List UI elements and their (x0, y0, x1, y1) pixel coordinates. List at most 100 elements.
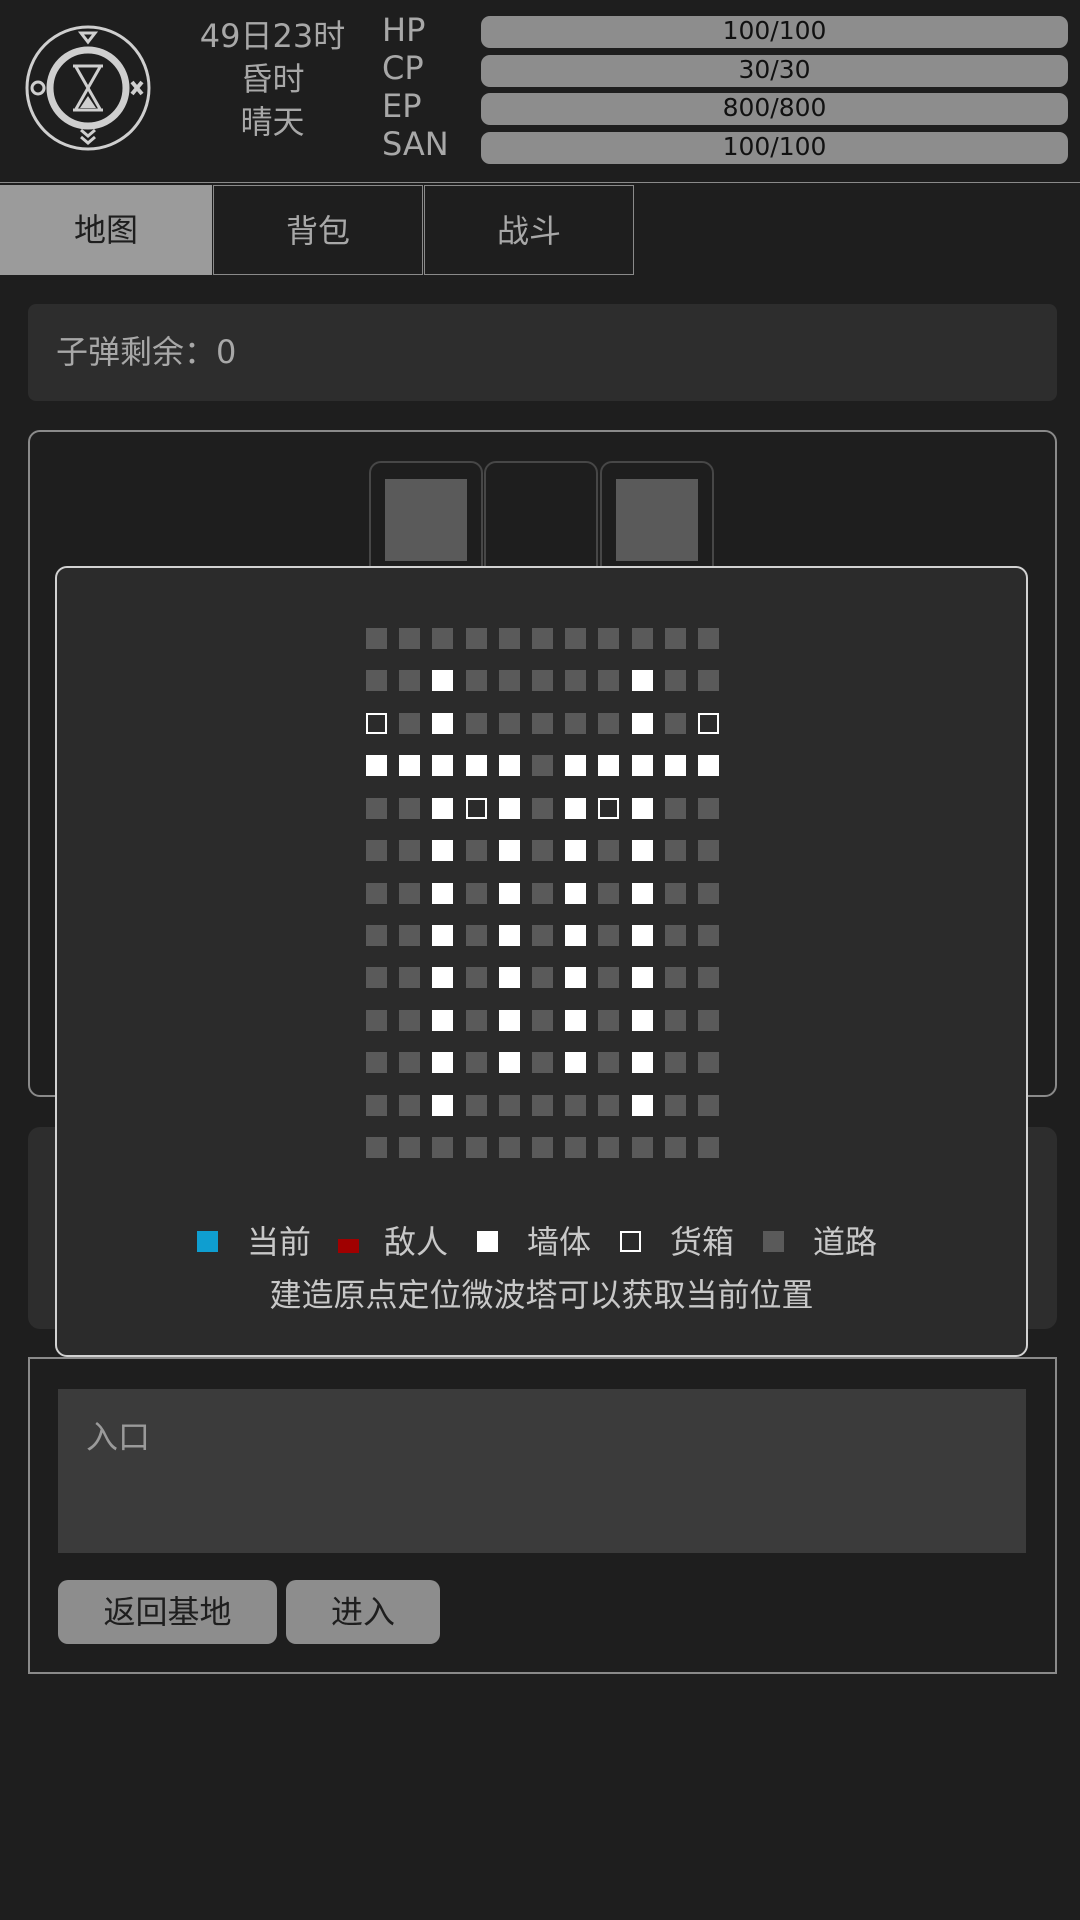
map-cell-wall (432, 1010, 453, 1031)
map-cell-road (665, 1010, 686, 1031)
map-cell-road (366, 628, 387, 649)
map-cell-wall (499, 840, 520, 861)
game-day-time: 49日23时 (199, 17, 346, 55)
map-cell-road (466, 1052, 487, 1073)
map-cell-wall (632, 925, 653, 946)
map-cell-road (565, 1095, 586, 1116)
map-cell-road (366, 883, 387, 904)
map-cell-road (466, 670, 487, 691)
map-cell-road (366, 967, 387, 988)
legend-wall-label: 墙体 (527, 1223, 592, 1261)
map-cell-road (698, 840, 719, 861)
map-cell-road (598, 1095, 619, 1116)
return-base-button[interactable]: 返回基地 (58, 1580, 277, 1644)
map-cell-road (598, 925, 619, 946)
map-cell-road (532, 840, 553, 861)
map-cell-wall (432, 755, 453, 776)
map-cell-road (499, 628, 520, 649)
enter-button[interactable]: 进入 (286, 1580, 440, 1644)
tab-map[interactable]: 地图 (0, 185, 212, 275)
map-cell-road (698, 925, 719, 946)
tab-battle[interactable]: 战斗 (424, 185, 634, 275)
map-cell-road (366, 1095, 387, 1116)
map-cell-road (499, 670, 520, 691)
map-cell-road (532, 670, 553, 691)
map-cell-wall (632, 1095, 653, 1116)
map-cell-road (399, 628, 420, 649)
map-cell-wall (565, 840, 586, 861)
map-cell-road (366, 670, 387, 691)
map-cell-wall (399, 755, 420, 776)
map-cell-road (399, 1137, 420, 1158)
map-cell-road (532, 1052, 553, 1073)
map-cell-road (532, 755, 553, 776)
map-cell-road (466, 925, 487, 946)
map-cell-road (399, 967, 420, 988)
cp-label: CP (382, 49, 424, 87)
map-cell-wall (499, 1052, 520, 1073)
map-cell-road (665, 670, 686, 691)
map-cell-road (366, 798, 387, 819)
map-cell-road (399, 670, 420, 691)
map-cell-wall (698, 755, 719, 776)
map-cell-wall (499, 883, 520, 904)
map-cell-road (665, 967, 686, 988)
map-cell-road (399, 1052, 420, 1073)
map-grid (366, 628, 719, 1158)
time-period: 昏时 (240, 60, 305, 98)
map-cell-road (598, 713, 619, 734)
scene-slot-right[interactable] (600, 461, 714, 581)
map-cell-road (532, 798, 553, 819)
ep-bar: 800/800 (481, 93, 1068, 125)
map-cell-wall (632, 755, 653, 776)
map-cell-wall (432, 840, 453, 861)
map-cell-road (598, 1052, 619, 1073)
map-cell-road (466, 1095, 487, 1116)
map-cell-road (466, 713, 487, 734)
map-cell-wall (432, 1052, 453, 1073)
map-cell-wall (499, 925, 520, 946)
map-cell-road (466, 883, 487, 904)
map-cell-wall (432, 925, 453, 946)
map-cell-crate (698, 713, 719, 734)
map-cell-wall (632, 713, 653, 734)
scene-slot-left[interactable] (369, 461, 483, 581)
map-cell-wall (366, 755, 387, 776)
map-cell-road (466, 1010, 487, 1031)
map-cell-wall (565, 883, 586, 904)
map-cell-road (399, 713, 420, 734)
map-cell-road (565, 628, 586, 649)
map-cell-road (399, 1010, 420, 1031)
map-cell-road (665, 883, 686, 904)
map-cell-wall (499, 755, 520, 776)
map-cell-wall (565, 1052, 586, 1073)
map-cell-road (598, 883, 619, 904)
map-cell-road (366, 1137, 387, 1158)
map-cell-road (598, 1010, 619, 1031)
map-cell-wall (499, 967, 520, 988)
map-cell-wall (499, 1010, 520, 1031)
scene-slot-center[interactable] (484, 461, 598, 581)
map-cell-road (598, 1137, 619, 1158)
map-cell-wall (432, 713, 453, 734)
map-cell-road (532, 1137, 553, 1158)
map-cell-road (698, 883, 719, 904)
tab-backpack[interactable]: 背包 (213, 185, 423, 275)
map-cell-road (565, 1137, 586, 1158)
map-cell-road (698, 1137, 719, 1158)
legend-crate-swatch (620, 1231, 641, 1252)
map-cell-crate (598, 798, 619, 819)
map-cell-wall (632, 798, 653, 819)
weather-status: 晴天 (240, 103, 305, 141)
map-cell-road (399, 883, 420, 904)
map-cell-road (532, 967, 553, 988)
map-cell-wall (632, 670, 653, 691)
map-cell-road (432, 1137, 453, 1158)
entry-box (58, 1389, 1026, 1553)
map-cell-wall (565, 925, 586, 946)
map-cell-road (366, 840, 387, 861)
map-cell-road (698, 967, 719, 988)
map-cell-wall (632, 840, 653, 861)
map-cell-road (532, 713, 553, 734)
map-cell-road (698, 1052, 719, 1073)
